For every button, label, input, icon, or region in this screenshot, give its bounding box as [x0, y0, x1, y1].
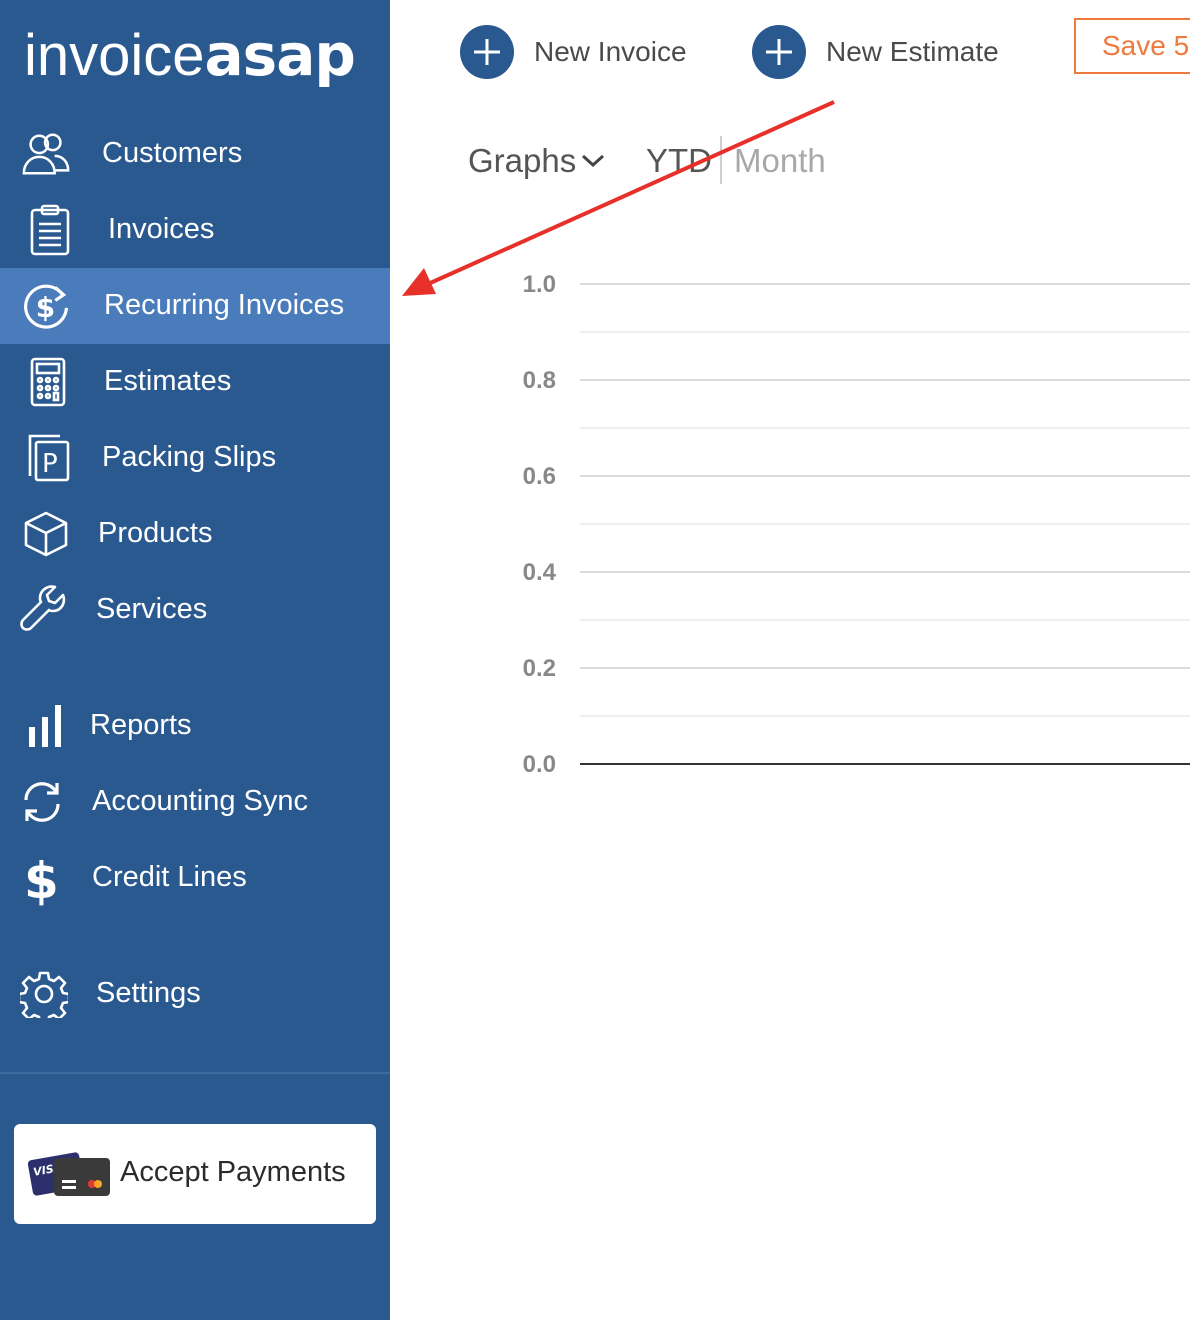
- sidebar-item-label: Services: [96, 592, 208, 625]
- wrench-icon: [18, 585, 70, 634]
- accept-payments-label: Accept Payments: [120, 1156, 346, 1188]
- sidebar-item-services[interactable]: Services: [0, 572, 390, 648]
- graphs-dropdown[interactable]: Graphs: [468, 136, 606, 186]
- box-icon: [20, 510, 72, 558]
- svg-text:$: $: [24, 852, 59, 906]
- gear-icon: [18, 970, 70, 1018]
- sidebar-item-label: Credit Lines: [92, 860, 247, 893]
- sidebar-item-invoices[interactable]: Invoices: [0, 192, 390, 268]
- new-invoice-button[interactable]: New Invoice: [460, 24, 687, 80]
- new-invoice-label: New Invoice: [534, 36, 687, 67]
- y-tick-label: 0.2: [523, 655, 556, 682]
- sidebar-item-estimates[interactable]: Estimates: [0, 344, 390, 420]
- y-tick-label: 0.4: [523, 559, 557, 586]
- sidebar-item-credit-lines[interactable]: $ Credit Lines: [0, 840, 390, 916]
- tab-divider: [720, 136, 722, 184]
- logo-text-asap: asap: [204, 21, 356, 89]
- recurring-dollar-icon: $: [20, 282, 72, 330]
- invoiceasap-logo[interactable]: invoiceasap: [24, 20, 356, 90]
- revenue-chart: 1.0 0.8 0.6 0.4 0.2 0.0: [523, 271, 1190, 778]
- sidebar-item-products[interactable]: Products: [0, 496, 390, 572]
- sidebar-divider: [0, 1072, 390, 1074]
- y-tick-label: 0.0: [523, 751, 556, 778]
- sidebar-item-customers[interactable]: Customers: [0, 116, 390, 192]
- accept-payments-button[interactable]: VISA Accept Payments: [14, 1124, 376, 1224]
- sidebar-item-label: Invoices: [108, 212, 215, 245]
- credit-cards-icon: VISA: [27, 1150, 112, 1205]
- save-offer-button[interactable]: Save 50: [1074, 18, 1190, 74]
- sidebar-item-label: Products: [98, 516, 213, 549]
- dollar-icon: $: [16, 852, 68, 906]
- sidebar-item-label: Estimates: [104, 364, 232, 397]
- tab-month[interactable]: Month: [734, 136, 826, 186]
- bar-chart-icon: [18, 702, 70, 750]
- logo-text-invoice: invoice: [24, 23, 205, 88]
- tab-ytd[interactable]: YTD: [646, 136, 712, 186]
- calculator-icon: [22, 357, 74, 407]
- sidebar-item-recurring-invoices[interactable]: $ Recurring Invoices: [0, 268, 390, 344]
- new-estimate-label: New Estimate: [826, 36, 999, 67]
- sidebar-item-reports[interactable]: Reports: [0, 688, 390, 764]
- plus-icon: [752, 25, 806, 79]
- sidebar-item-label: Customers: [102, 136, 243, 169]
- sidebar: invoiceasap Customers Invoices $ Recurri…: [0, 0, 390, 1320]
- annotation-arrowhead: [402, 268, 436, 296]
- customers-icon: [20, 130, 72, 178]
- sidebar-item-label: Reports: [90, 708, 192, 741]
- svg-text:P: P: [42, 449, 58, 479]
- y-tick-label: 0.6: [523, 463, 556, 490]
- svg-text:$: $: [36, 291, 55, 324]
- plus-icon: [460, 25, 514, 79]
- sidebar-item-label: Accounting Sync: [92, 784, 309, 817]
- new-estimate-button[interactable]: New Estimate: [752, 24, 999, 80]
- packing-slip-icon: P: [22, 434, 74, 482]
- y-tick-label: 1.0: [523, 271, 556, 298]
- y-tick-label: 0.8: [523, 367, 556, 394]
- clipboard-icon: [24, 204, 76, 256]
- sidebar-item-label: Settings: [96, 976, 201, 1009]
- graphs-dropdown-label: Graphs: [468, 142, 577, 179]
- sidebar-item-settings[interactable]: Settings: [0, 956, 390, 1032]
- sidebar-item-label: Recurring Invoices: [104, 288, 345, 321]
- sidebar-item-accounting-sync[interactable]: Accounting Sync: [0, 764, 390, 840]
- sidebar-item-label: Packing Slips: [102, 440, 277, 473]
- chevron-down-icon: [582, 154, 605, 168]
- sidebar-item-packing-slips[interactable]: P Packing Slips: [0, 420, 390, 496]
- sync-icon: [16, 778, 68, 826]
